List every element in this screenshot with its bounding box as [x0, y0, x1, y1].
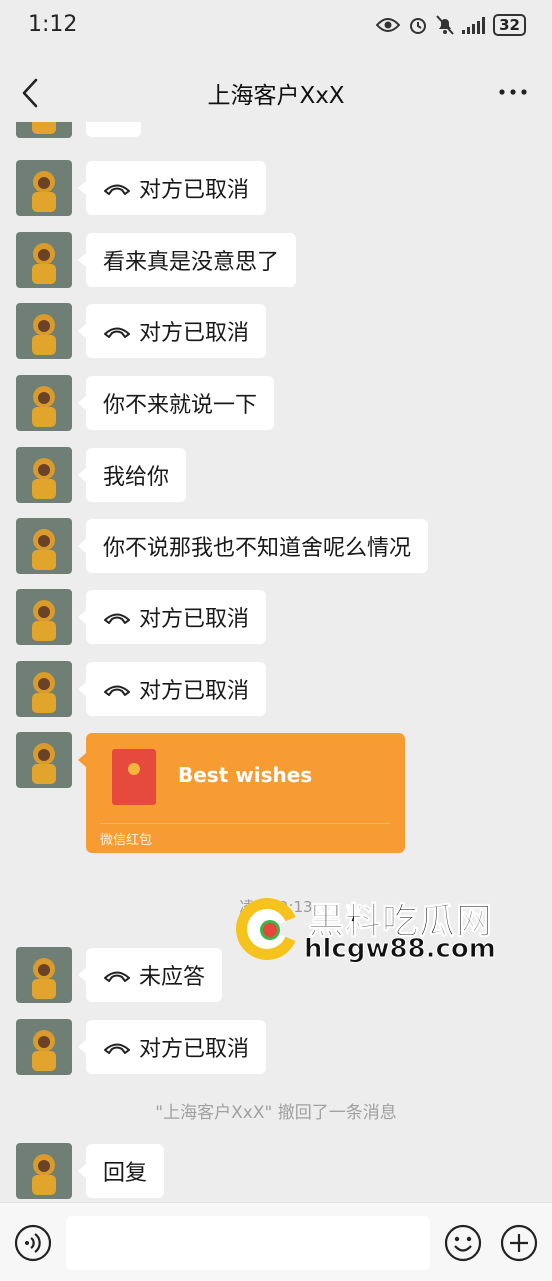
message-input[interactable]	[66, 1216, 430, 1270]
status-time: 1:12	[28, 12, 78, 37]
call-bubble[interactable]: 未应答	[77, 948, 223, 1002]
message-text: 对方已取消	[139, 1037, 250, 1062]
avatar[interactable]	[16, 661, 72, 717]
hangup-phone-icon	[104, 613, 130, 624]
message-text: 你不说那我也不知道舍呢么情况	[103, 536, 412, 561]
red-packet-title: Best wishes	[178, 763, 313, 787]
alarm-icon	[410, 18, 427, 34]
text-bubble[interactable]: 你不说那我也不知道舍呢么情况	[77, 519, 429, 573]
text-bubble[interactable]: 回复	[77, 1144, 165, 1198]
more-icon[interactable]	[498, 84, 528, 100]
call-bubble[interactable]: 对方已取消	[77, 161, 267, 215]
mute-bell-icon	[436, 15, 454, 35]
call-bubble[interactable]: 对方已取消	[77, 662, 267, 716]
hangup-phone-icon	[104, 685, 130, 696]
text-bubble[interactable]: 我给你	[77, 448, 187, 502]
signal-icon	[462, 16, 486, 34]
message-text: 回复	[103, 1161, 148, 1186]
call-bubble[interactable]: 对方已取消	[77, 304, 267, 358]
call-bubble[interactable]: 对方已取消	[77, 590, 267, 644]
hangup-phone-icon	[104, 327, 130, 338]
avatar[interactable]	[16, 518, 72, 574]
hangup-phone-icon	[104, 1043, 130, 1054]
input-bar	[0, 1202, 552, 1281]
avatar[interactable]	[16, 947, 72, 1003]
watermark-url: hlcgw88.com	[304, 934, 497, 965]
avatar[interactable]	[16, 232, 72, 288]
message-text: 对方已取消	[139, 321, 250, 346]
message-list[interactable]: ... 对方已取消 看来真是没意思了 对方已取消 你不来就说一下 我给你 你不说…	[0, 122, 552, 1202]
hangup-phone-icon	[104, 971, 130, 982]
plus-icon[interactable]	[500, 1224, 538, 1262]
envelope-seal	[128, 763, 140, 775]
status-icons: 32	[376, 14, 526, 36]
red-packet-footer: 微信红包	[100, 833, 153, 848]
text-bubble[interactable]: ...	[86, 122, 141, 137]
red-envelope-icon	[112, 749, 156, 805]
avatar[interactable]	[16, 303, 72, 359]
avatar[interactable]	[16, 375, 72, 431]
avatar[interactable]	[16, 160, 72, 216]
chat-title: 上海客户XxX	[207, 83, 345, 109]
red-packet-card[interactable]: Best wishes 微信红包	[78, 733, 405, 853]
recall-notice: "上海客户XxX" 撤回了一条消息	[155, 1103, 397, 1123]
voice-icon[interactable]	[14, 1224, 52, 1262]
eye-icon	[376, 18, 401, 32]
status-bar: 1:12 32	[0, 0, 552, 54]
message-text: 你不来就说一下	[103, 393, 258, 418]
avatar[interactable]	[16, 1019, 72, 1075]
message-text: 对方已取消	[139, 178, 250, 203]
text-bubble[interactable]: 看来真是没意思了	[77, 233, 297, 287]
text-bubble[interactable]: 你不来就说一下	[77, 376, 275, 430]
message-text: 看来真是没意思了	[103, 250, 280, 275]
watermark: 黑料吃瓜网 hlcgw88.com	[232, 892, 502, 968]
watermark-logo-icon	[236, 898, 301, 960]
message-text: 对方已取消	[139, 607, 250, 632]
call-bubble[interactable]: 对方已取消	[77, 1020, 267, 1074]
battery-icon: 32	[493, 14, 526, 36]
emoji-icon[interactable]	[444, 1224, 482, 1262]
message-text: ...	[103, 122, 124, 123]
avatar[interactable]	[16, 447, 72, 503]
message-text: 对方已取消	[139, 679, 250, 704]
avatar[interactable]	[16, 589, 72, 645]
chat-header: 上海客户XxX	[0, 54, 552, 132]
avatar[interactable]	[16, 1143, 72, 1199]
hangup-phone-icon	[104, 184, 130, 195]
divider	[100, 823, 391, 824]
avatar[interactable]	[16, 122, 72, 138]
message-text: 我给你	[103, 465, 170, 490]
message-text: 未应答	[139, 965, 206, 990]
avatar[interactable]	[16, 732, 72, 788]
